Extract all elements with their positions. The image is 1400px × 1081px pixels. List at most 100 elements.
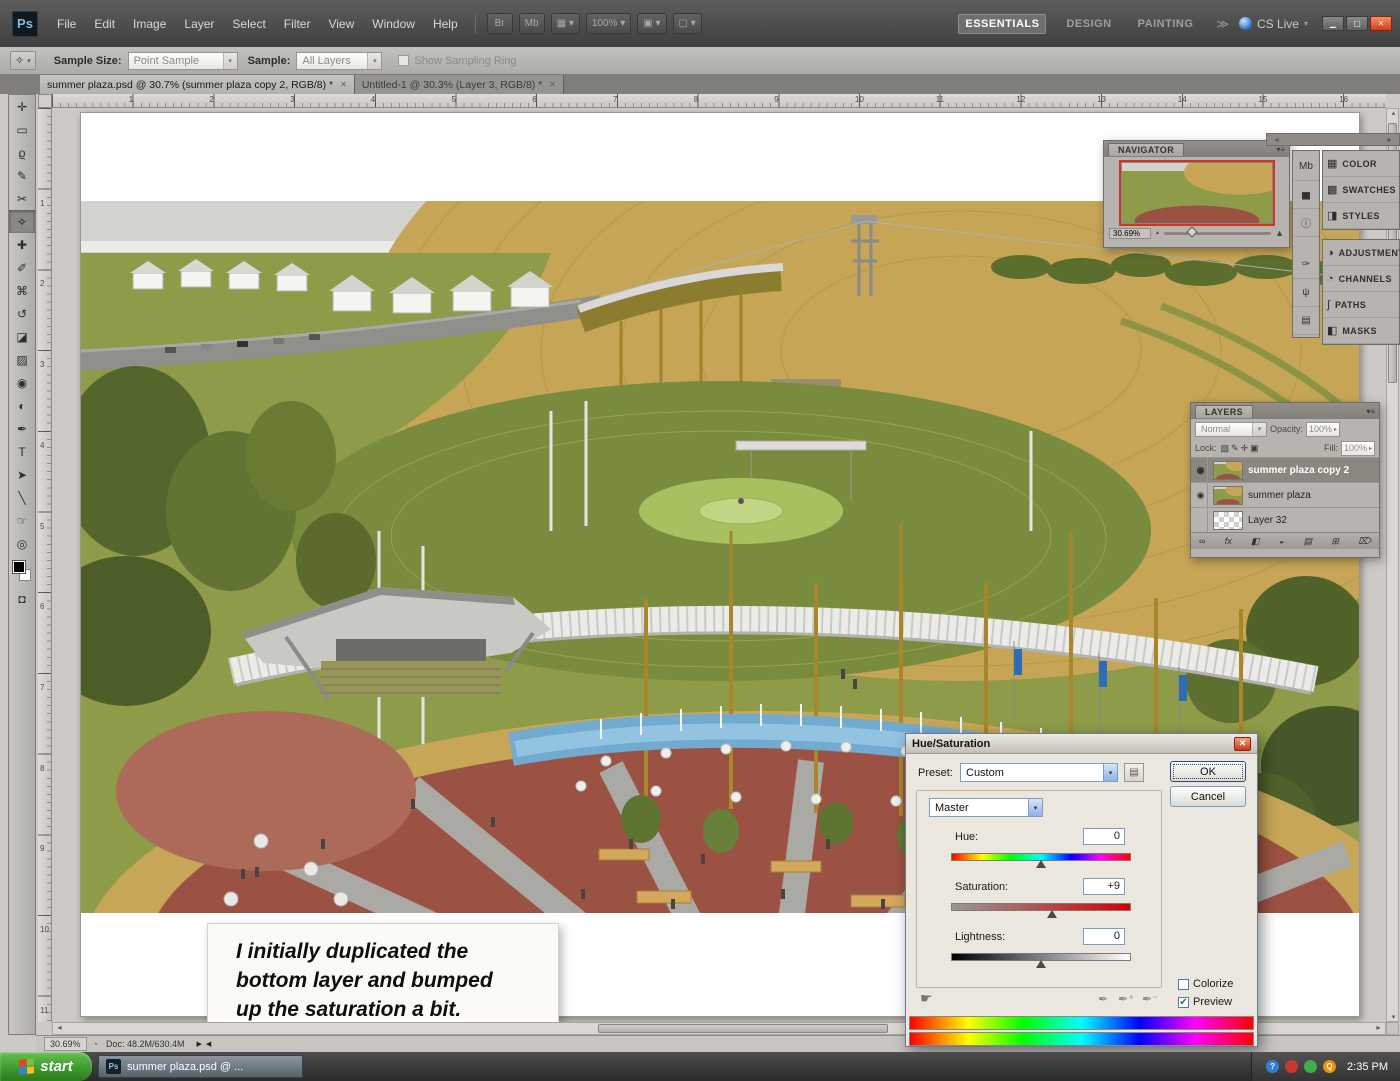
layer-row[interactable]: ◉summer plaza copy 2 — [1191, 457, 1379, 482]
zoom-level-button[interactable]: 100% ▾ — [586, 13, 631, 34]
menu-view[interactable]: View — [319, 13, 363, 35]
close-tab-icon[interactable]: ✕ — [340, 80, 347, 89]
status-expand-icon[interactable]: ▶ — [197, 1040, 202, 1048]
lock-position-icon[interactable]: ✛ — [1241, 443, 1249, 453]
eraser-tool[interactable]: ◪ — [9, 325, 35, 348]
slider-thumb[interactable] — [1047, 910, 1057, 918]
layer-row[interactable]: ◉summer plaza — [1191, 482, 1379, 507]
quicktime-tray-icon[interactable]: Q — [1323, 1060, 1336, 1073]
brush-tool[interactable]: ✐ — [9, 256, 35, 279]
fill-field[interactable]: 100% ▸ — [1341, 441, 1375, 456]
blur-tool[interactable]: ◉ — [9, 371, 35, 394]
document-tab-untitled-1[interactable]: Untitled-1 @ 30.3% (Layer 3, RGB/8) * ✕ — [355, 75, 564, 94]
lasso-tool[interactable]: ϱ — [9, 141, 35, 164]
navigator-zoom-slider[interactable] — [1164, 232, 1271, 235]
on-image-adjustment-icon[interactable]: ☛ — [920, 990, 933, 1007]
saturation-slider[interactable] — [951, 903, 1131, 911]
current-tool-indicator[interactable]: ✧ ▾ — [10, 51, 36, 70]
workspace-design[interactable]: DESIGN — [1060, 15, 1117, 33]
lock-pixels-icon[interactable]: ✎ — [1231, 443, 1239, 453]
safely-remove-tray-icon[interactable] — [1304, 1060, 1317, 1073]
layer-group-icon[interactable]: ▤ — [1304, 536, 1313, 547]
preset-options-button[interactable]: ▤ — [1124, 763, 1144, 782]
scrollbar-thumb[interactable] — [598, 1024, 888, 1033]
clone-stamp-tool[interactable]: ⌘ — [9, 279, 35, 302]
panel-tab-masks[interactable]: ◧MASKS — [1323, 318, 1399, 344]
sample-size-select[interactable]: Point Sample ▾ — [128, 52, 238, 70]
lock-all-icon[interactable]: ▣ — [1250, 443, 1259, 453]
zoom-tool[interactable]: ◎ — [9, 532, 35, 555]
collapse-right-icon[interactable]: » — [1387, 135, 1391, 144]
cancel-button[interactable]: Cancel — [1170, 786, 1246, 807]
new-adjustment-layer-icon[interactable]: ◒ — [1279, 536, 1284, 546]
navigator-tab[interactable]: NAVIGATOR — [1108, 143, 1184, 156]
spot-healing-brush-tool[interactable]: ✚ — [9, 233, 35, 256]
quick-mask-button[interactable]: ◘ — [9, 587, 35, 610]
histogram-panel-icon[interactable]: ▅ — [1293, 181, 1319, 209]
lightness-input[interactable]: 0 — [1083, 928, 1125, 945]
ruler-origin[interactable] — [38, 94, 52, 108]
blend-mode-select[interactable]: Normal ▾ — [1195, 422, 1267, 437]
new-layer-icon[interactable]: ⊞ — [1331, 536, 1339, 547]
line-tool[interactable]: ╲ — [9, 486, 35, 509]
slider-thumb[interactable] — [1186, 226, 1197, 237]
arrange-documents-button[interactable]: ▣ ▾ — [637, 13, 666, 34]
panel-tab-swatches[interactable]: ▩SWATCHES — [1323, 177, 1399, 203]
clone-source-panel-icon[interactable]: ψ — [1293, 279, 1319, 307]
lock-transparency-icon[interactable]: ▨ — [1221, 443, 1230, 453]
preset-select[interactable]: Custom ▾ — [960, 763, 1118, 782]
type-tool[interactable]: T — [9, 440, 35, 463]
path-selection-tool[interactable]: ➤ — [9, 463, 35, 486]
dialog-titlebar[interactable]: Hue/Saturation ✕ — [906, 734, 1257, 754]
scroll-up-icon[interactable]: ▴ — [1387, 109, 1400, 117]
menu-edit[interactable]: Edit — [85, 13, 124, 35]
slider-thumb[interactable] — [1036, 960, 1046, 968]
scroll-left-icon[interactable]: ◂ — [53, 1023, 66, 1032]
panel-tab-styles[interactable]: ◨STYLES — [1323, 203, 1399, 229]
close-dialog-button[interactable]: ✕ — [1234, 737, 1251, 751]
mini-bridge-panel-icon[interactable]: Mb — [1293, 153, 1319, 181]
hue-input[interactable]: 0 — [1083, 828, 1125, 845]
lightness-slider[interactable] — [951, 953, 1131, 961]
scroll-down-icon[interactable]: ▾ — [1387, 1013, 1400, 1021]
colorize-checkbox[interactable]: Colorize — [1178, 978, 1233, 990]
preview-checkbox[interactable]: ✔ Preview — [1178, 996, 1232, 1008]
workspace-overflow-icon[interactable]: ≫ — [1216, 17, 1229, 31]
zoom-in-icon[interactable]: ▲ — [1275, 228, 1284, 238]
eye-icon[interactable]: ◉ — [1194, 458, 1208, 482]
close-tab-icon[interactable]: ✕ — [549, 80, 556, 89]
saturation-input[interactable]: +9 — [1083, 878, 1125, 895]
eyedropper-tool[interactable]: ✧ — [9, 210, 35, 233]
brush-panel-icon[interactable]: ✑ — [1293, 251, 1319, 279]
navigator-zoom-field[interactable]: 30.69% — [1109, 228, 1151, 239]
layer-effects-icon[interactable]: fx — [1225, 536, 1232, 546]
menu-file[interactable]: File — [48, 13, 85, 35]
hue-slider[interactable] — [951, 853, 1131, 861]
zoom-out-icon[interactable]: ▲ — [1155, 230, 1160, 236]
eye-icon[interactable]: ◉ — [1194, 483, 1208, 507]
channel-select[interactable]: Master ▾ — [929, 798, 1043, 817]
close-button[interactable]: ✕ — [1370, 16, 1392, 31]
rectangular-marquee-tool[interactable]: ▭ — [9, 118, 35, 141]
eye-empty[interactable] — [1194, 508, 1208, 532]
menu-image[interactable]: Image — [124, 13, 175, 35]
collapse-left-icon[interactable]: « — [1275, 135, 1279, 144]
hand-tool[interactable]: ☞ — [9, 509, 35, 532]
move-tool[interactable]: ✛ — [9, 95, 35, 118]
help-tray-icon[interactable]: ? — [1266, 1060, 1279, 1073]
restore-button[interactable]: ▢ — [1346, 16, 1368, 31]
notes-panel-icon[interactable]: ▤ — [1293, 307, 1319, 335]
layers-tab[interactable]: LAYERS — [1195, 405, 1253, 418]
show-sampling-ring-checkbox[interactable]: Show Sampling Ring — [398, 55, 516, 67]
dodge-tool[interactable]: ◐ — [9, 394, 35, 417]
foreground-color-swatch[interactable] — [13, 561, 25, 573]
zoom-field[interactable]: 30.69% — [44, 1037, 87, 1051]
menu-filter[interactable]: Filter — [275, 13, 320, 35]
taskbar-item-photoshop[interactable]: Ps summer plaza.psd @ ... — [98, 1055, 303, 1078]
panel-menu-icon[interactable]: ▾≡ — [1366, 407, 1375, 416]
add-layer-mask-icon[interactable]: ◧ — [1251, 536, 1260, 547]
view-extras-button[interactable]: ▦ ▾ — [551, 13, 580, 34]
document-tab-summer-plaza[interactable]: summer plaza.psd @ 30.7% (summer plaza c… — [40, 75, 355, 94]
delete-layer-icon[interactable]: ⌦ — [1358, 536, 1371, 547]
link-layers-icon[interactable]: ∞ — [1199, 536, 1205, 546]
